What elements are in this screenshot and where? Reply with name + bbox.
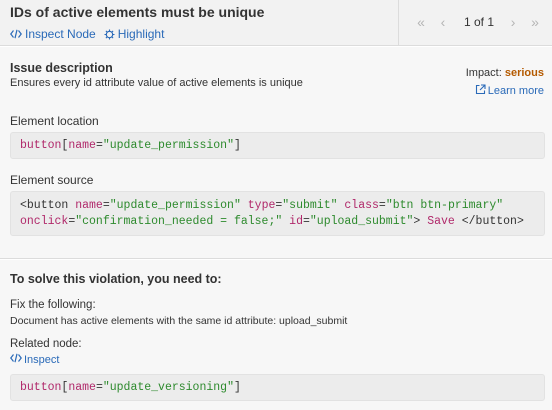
element-source-code: <button name="update_permission" type="s… [10,191,545,236]
element-location-code[interactable]: button[name="update_permission"] [10,132,545,159]
double-chevron-right-icon[interactable]: » [524,14,546,30]
code-value: "upload_submit" [309,215,414,228]
rule-header-left: IDs of active elements must be unique In… [10,4,264,41]
inspect-node-label: Inspect Node [25,27,96,41]
code-attr: name [75,199,103,212]
code-attr: name [68,381,96,394]
chevron-left-icon[interactable]: ‹ [432,14,454,30]
code-value: "update_permission" [102,139,234,152]
code-tag-open: <button [20,199,69,212]
code-eq: = [95,139,103,152]
inspect-node-link[interactable]: Inspect Node [10,27,96,41]
code-text: Save [420,215,462,228]
fix-label: Fix the following: [10,299,96,311]
issue-section: Issue description Ensures every id attri… [0,47,552,259]
external-link-icon [475,84,486,98]
code-attr: id [289,215,303,228]
chevron-right-icon[interactable]: › [502,14,524,30]
code-tag-close: </button> [461,215,524,228]
solve-section: To solve this violation, you need to: Fi… [0,260,552,410]
code-eq: = [95,381,103,394]
rule-title: IDs of active elements must be unique [10,4,265,20]
header-divider [398,0,399,46]
pager-count: 1 of 1 [464,15,495,29]
code-value: "update_versioning" [102,381,234,394]
header-actions: Inspect Node Highlight [10,27,264,41]
element-source-label: Element source [10,173,94,187]
impact-value: serious [504,67,544,79]
code-bracket: ] [233,381,241,394]
related-node-code[interactable]: button[name="update_versioning"] [10,374,545,401]
code-attr: onclick [20,215,69,228]
code-value: "btn btn-primary" [385,199,504,212]
code-value: "confirmation_needed = false;" [75,215,283,228]
issue-title: Issue description [10,61,113,75]
inspect-label: Inspect [24,353,60,366]
related-node-label: Related node: [10,338,82,350]
code-value: "submit" [282,199,338,212]
code-attr: class [344,199,379,212]
learn-more-link[interactable]: Learn more [475,84,544,98]
code-attr: type [247,199,276,212]
double-chevron-left-icon[interactable]: « [410,14,432,30]
impact: Impact: serious [466,67,544,79]
rule-header: IDs of active elements must be unique In… [0,0,552,46]
solve-title: To solve this violation, you need to: [10,272,222,286]
code-value: "update_permission" [109,199,241,212]
code-attr: name [68,139,96,152]
code-tag: button [20,381,62,394]
code-icon [10,353,22,366]
learn-more-label: Learn more [487,85,544,97]
code-tag: button [20,139,62,152]
element-location-label: Element location [10,114,99,128]
impact-label: Impact: [465,67,502,79]
highlight-link[interactable]: Highlight [104,27,165,41]
highlight-gear-icon [104,29,115,40]
inspect-link[interactable]: Inspect [10,353,59,366]
code-bracket: ] [233,139,241,152]
issue-description: Ensures every id attribute value of acti… [10,77,303,89]
fix-text: Document has active elements with the sa… [10,315,348,327]
highlight-label: Highlight [117,27,165,41]
pager: « ‹ 1 of 1 › » [410,14,546,30]
code-icon [10,29,22,39]
